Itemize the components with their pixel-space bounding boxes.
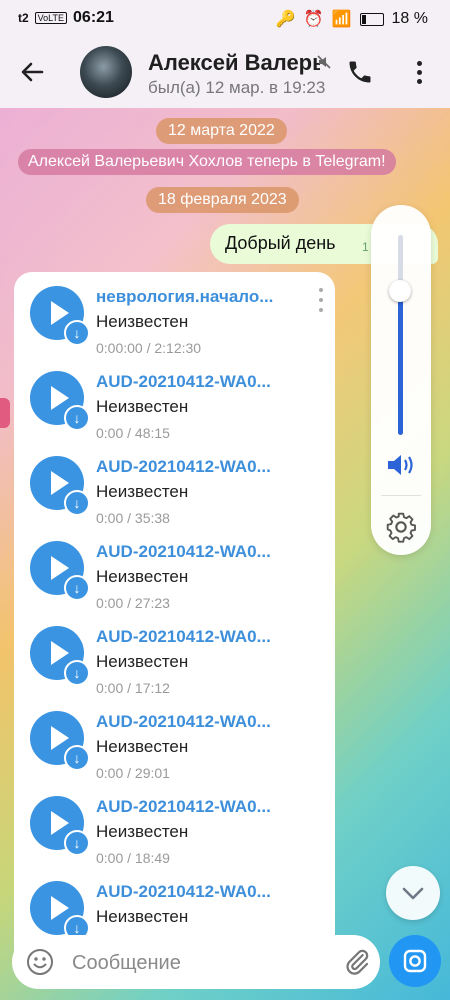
audio-title: неврология.начало... <box>96 287 274 306</box>
back-arrow-icon[interactable] <box>18 58 52 86</box>
audio-title: AUD-20210412-WA0... <box>96 712 271 731</box>
audio-duration: 0:00:00 / 2:12:30 <box>96 340 202 356</box>
audio-item[interactable]: ↓ AUD-20210412-WA0... Неизвестен 0:00 / … <box>14 442 335 527</box>
audio-item[interactable]: ↓ AUD-20210412-WA0... Неизвестен 0:00 / … <box>14 697 335 782</box>
key-icon: 🔑 <box>275 11 296 28</box>
last-seen: был(а) 12 мар. в 19:23 <box>148 78 326 97</box>
audio-duration: 0:00 / 18:49 <box>96 850 170 866</box>
download-icon[interactable]: ↓ <box>64 490 90 516</box>
speaker-icon[interactable] <box>384 452 418 478</box>
audio-item[interactable]: ↓ неврология.начало... Неизвестен 0:00:0… <box>14 272 335 357</box>
audio-title: AUD-20210412-WA0... <box>96 457 271 476</box>
gear-icon[interactable] <box>385 511 417 543</box>
service-message: Алексей Валерьевич Хохлов теперь в Teleg… <box>18 149 396 175</box>
audio-item[interactable]: ↓ AUD-20210412-WA0... Неизвестен 0:00 / … <box>14 612 335 697</box>
audio-artist: Неизвестен <box>96 907 189 926</box>
download-icon[interactable]: ↓ <box>64 745 90 771</box>
side-tab[interactable] <box>0 398 10 428</box>
camera-icon <box>403 949 427 973</box>
network-badge: VoLTE <box>34 12 68 24</box>
audio-duration: 0:00 / 48:15 <box>96 425 170 441</box>
scroll-down-button[interactable] <box>386 866 440 920</box>
status-time: 06:21 <box>73 9 114 26</box>
audio-title: AUD-20210412-WA0... <box>96 882 271 901</box>
status-bar: t2 VoLTE 06:21 🔑 ⏰ 📶 18 % <box>0 0 450 36</box>
audio-duration: 0:00 / 29:01 <box>96 765 170 781</box>
avatar[interactable] <box>80 46 132 98</box>
audio-title: AUD-20210412-WA0... <box>96 372 271 391</box>
audio-item[interactable]: ↓ AUD-20210412-WA0... Неизвестен 0:00 / … <box>14 527 335 612</box>
date-chip: 12 марта 2022 <box>156 118 287 144</box>
message-composer <box>12 935 380 989</box>
message-time: 1 <box>362 240 369 254</box>
divider <box>381 495 421 496</box>
battery-percent: 18 % <box>391 10 428 27</box>
audio-item[interactable]: ↓ AUD-20210412-WA0... Неизвестен 0:00 / … <box>14 782 335 867</box>
alarm-icon: ⏰ <box>303 11 324 28</box>
emoji-icon[interactable] <box>26 948 54 976</box>
volume-level <box>398 291 403 435</box>
audio-title: AUD-20210412-WA0... <box>96 542 271 561</box>
audio-message-group: ↓ неврология.начало... Неизвестен 0:00:0… <box>14 272 335 972</box>
message-text: Добрый день <box>225 233 336 253</box>
carrier-label: t2 <box>18 11 29 25</box>
mute-icon <box>316 54 332 75</box>
audio-artist: Неизвестен <box>96 822 189 841</box>
audio-title: AUD-20210412-WA0... <box>96 627 271 646</box>
audio-duration: 0:00 / 27:23 <box>96 595 170 611</box>
download-icon[interactable]: ↓ <box>64 405 90 431</box>
date-chip: 18 февраля 2023 <box>146 187 299 213</box>
camera-button[interactable] <box>389 935 441 987</box>
phone-icon[interactable] <box>346 58 374 86</box>
audio-artist: Неизвестен <box>96 567 189 586</box>
volume-knob[interactable] <box>389 280 411 302</box>
audio-artist: Неизвестен <box>96 397 189 416</box>
more-vert-icon[interactable] <box>318 288 324 312</box>
download-icon[interactable]: ↓ <box>64 830 90 856</box>
download-icon[interactable]: ↓ <box>64 320 90 346</box>
chevron-down-icon <box>402 887 424 900</box>
download-icon[interactable]: ↓ <box>64 660 90 686</box>
audio-duration: 0:00 / 17:12 <box>96 680 170 696</box>
audio-artist: Неизвестен <box>96 652 189 671</box>
audio-title: AUD-20210412-WA0... <box>96 797 271 816</box>
contact-name[interactable]: Алексей Валерь <box>148 50 320 76</box>
message-input[interactable] <box>70 945 314 981</box>
volume-panel <box>371 205 431 555</box>
audio-artist: Неизвестен <box>96 482 189 501</box>
audio-duration: 0:00 / 35:38 <box>96 510 170 526</box>
more-vert-icon[interactable] <box>409 56 429 88</box>
paperclip-icon[interactable] <box>342 947 372 977</box>
download-icon[interactable]: ↓ <box>64 575 90 601</box>
wifi-icon: 📶 <box>331 11 352 28</box>
chat-header: Алексей Валерь был(а) 12 мар. в 19:23 <box>0 36 450 108</box>
battery-icon <box>359 12 384 26</box>
audio-item[interactable]: ↓ AUD-20210412-WA0... Неизвестен 0:00 / … <box>14 357 335 442</box>
audio-artist: Неизвестен <box>96 737 189 756</box>
audio-artist: Неизвестен <box>96 312 189 331</box>
